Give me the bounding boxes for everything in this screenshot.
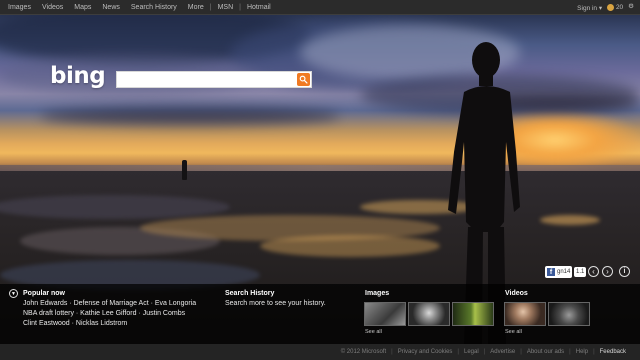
popular-line[interactable]: Clint Eastwood · Nicklas Lidstrom [23,320,127,327]
nav-divider: | [209,3,212,11]
footer-divider: | [457,349,459,355]
info-icon: i [623,268,626,275]
footer-link-about-ads[interactable]: About our ads [527,349,564,355]
copyright-text: © 2012 Microsoft [340,349,387,355]
popular-now-title: Popular now [23,290,65,297]
info-button[interactable]: i [619,266,630,277]
footer-link-legal[interactable]: Legal [464,349,479,355]
footer-divider: | [569,349,571,355]
bing-logo[interactable]: bing [50,63,106,89]
footer-divider: | [483,349,486,355]
top-nav-bar: Images Videos Maps News Search History M… [0,0,640,15]
sign-in-label: Sign in [577,4,598,12]
rewards-medal-icon [607,3,615,11]
footer: © 2012 Microsoft | Privacy and Cookies |… [0,344,640,360]
nav-hotmail[interactable]: Hotmail [247,4,271,11]
search-input[interactable] [117,72,297,87]
image-thumbnail[interactable] [408,302,450,326]
account-area: Sign in ▾ 20 ⚙ [577,0,634,15]
sign-in-link[interactable]: Sign in ▾ [577,4,602,12]
feedback-link[interactable]: Feedback [600,349,626,355]
images-title[interactable]: Images [365,290,389,297]
search-history-title: Search History [225,290,275,297]
previous-image-button[interactable]: ‹ [588,266,599,277]
nav-news[interactable]: News [102,4,120,11]
search-button[interactable] [297,73,310,86]
image-thumbnail[interactable] [364,302,406,326]
nav-more[interactable]: More [188,4,204,11]
nav-divider: | [239,3,241,11]
search-history-text: Search more to see your history. [225,300,326,307]
image-thumbnail[interactable] [452,302,494,326]
nav-msn[interactable]: MSN [218,4,234,11]
video-thumbnail[interactable] [504,302,546,326]
nav-search-history[interactable]: Search History [131,4,177,11]
images-see-all-link[interactable]: See all [365,329,382,335]
footer-divider: | [391,349,393,355]
popular-line[interactable]: John Edwards · Defense of Marriage Act ·… [23,300,196,307]
collapse-panel-button[interactable]: ▼ [9,289,18,298]
footer-link-help[interactable]: Help [576,349,588,355]
footer-divider: | [593,349,595,355]
footer-divider: | [520,349,522,355]
search-box [116,71,312,88]
chevron-left-icon: ‹ [592,266,595,276]
footer-link-advertise[interactable]: Advertise [490,349,515,355]
chevron-down-icon: ▼ [11,290,16,297]
nav-images[interactable]: Images [8,4,31,11]
footer-link-privacy[interactable]: Privacy and Cookies [398,349,453,355]
facebook-icon: f [547,268,555,276]
videos-see-all-link[interactable]: See all [505,329,522,335]
chevron-right-icon: › [606,266,609,276]
video-thumbnail[interactable] [548,302,590,326]
nav-videos[interactable]: Videos [42,4,63,11]
popular-line[interactable]: NBA draft lottery · Kathie Lee Gifford ·… [23,310,185,317]
nav-maps[interactable]: Maps [74,4,91,11]
page-indicator: 1.1 [574,267,587,277]
rewards-count: 20 [615,4,624,12]
videos-title[interactable]: Videos [505,290,528,297]
primary-nav: Images Videos Maps News Search History M… [0,4,282,11]
facebook-like-button[interactable]: f gn14 [545,266,573,278]
rewards-badge[interactable]: 20 [607,3,624,12]
gear-icon[interactable]: ⚙ [628,4,634,11]
next-image-button[interactable]: › [602,266,613,277]
magnifier-icon [299,75,308,84]
like-count: gn14 [557,269,571,275]
